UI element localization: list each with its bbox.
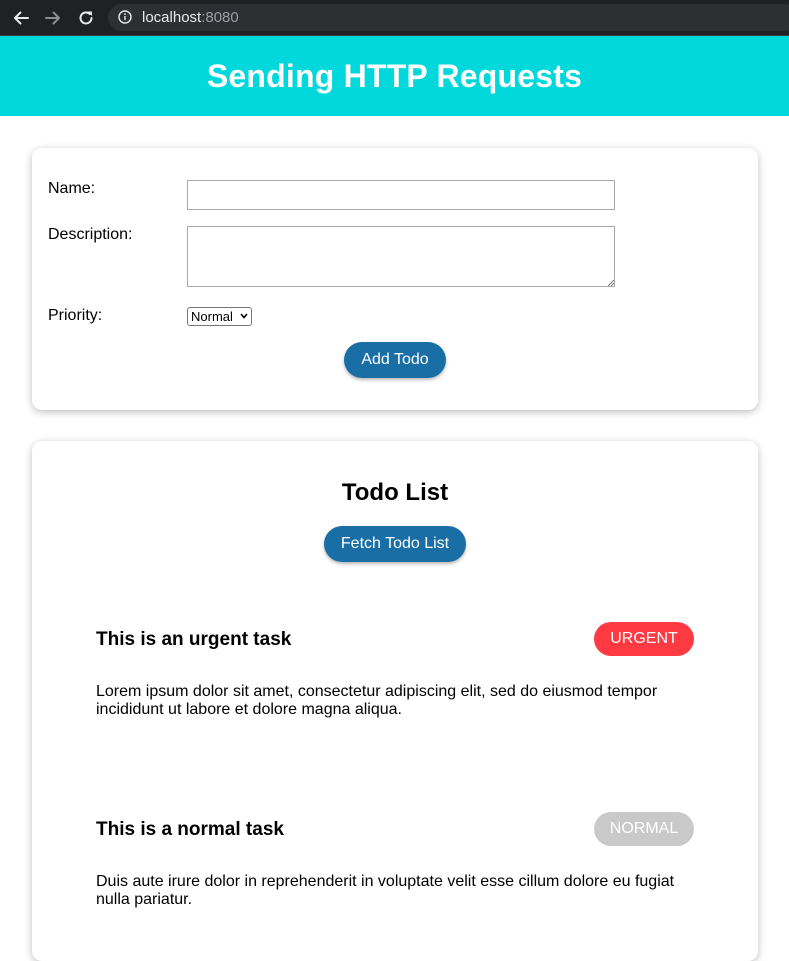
back-arrow-icon (14, 11, 29, 25)
reload-icon (79, 11, 93, 25)
description-textarea[interactable] (187, 226, 615, 287)
priority-label: Priority: (48, 307, 103, 324)
priority-badge-normal: NORMAL (594, 812, 694, 846)
info-icon[interactable] (118, 10, 132, 24)
priority-badge-urgent: URGENT (594, 622, 694, 656)
name-label: Name: (48, 180, 96, 197)
todo-description: Lorem ipsum dolor sit amet, consectetur … (96, 683, 658, 718)
resize-grip-icon[interactable] (607, 279, 614, 286)
fetch-todo-list-button[interactable]: Fetch Todo List (324, 526, 466, 562)
url-port: :8080 (201, 9, 239, 26)
priority-selected-value: Normal (191, 309, 233, 324)
priority-select[interactable]: Normal (187, 307, 252, 326)
address-bar[interactable]: localhost:8080 (108, 4, 789, 31)
url-host: localhost (142, 9, 202, 26)
description-label: Description: (48, 226, 133, 243)
browser-toolbar: localhost:8080 (0, 0, 789, 36)
chevron-down-icon (240, 313, 248, 319)
app-header: Sending HTTP Requests (0, 36, 789, 116)
add-todo-form: Name: Description: Priority: Normal Add … (32, 148, 758, 410)
page-title: Sending HTTP Requests (206, 57, 583, 94)
back-button[interactable] (9, 6, 33, 30)
url-text: localhost:8080 (142, 9, 239, 26)
todo-list-title: Todo List (341, 479, 449, 506)
add-todo-button[interactable]: Add Todo (344, 342, 446, 378)
todo-name: This is an urgent task (96, 629, 292, 650)
forward-arrow-icon (45, 11, 60, 25)
name-input[interactable] (187, 180, 615, 210)
todo-list-card: Todo List Fetch Todo List This is an urg… (32, 441, 758, 961)
todo-description: Duis aute irure dolor in reprehenderit i… (96, 873, 675, 908)
reload-button[interactable] (74, 6, 98, 30)
forward-button[interactable] (41, 6, 65, 30)
todo-name: This is a normal task (96, 819, 284, 840)
